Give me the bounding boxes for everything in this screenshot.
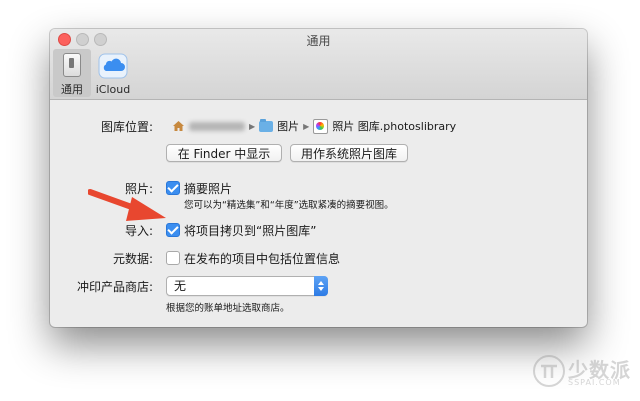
copy-to-library-checkbox[interactable]: [166, 223, 180, 237]
print-store-label: 冲印产品商店:: [76, 280, 153, 294]
arrow-annotation-icon: [88, 189, 166, 221]
title-bar: 通用 通用 iCloud: [50, 29, 587, 100]
copy-to-library-text: 将项目拷贝到“照片图库”: [184, 224, 317, 238]
tab-icloud-label: iCloud: [95, 83, 131, 96]
preferences-window: 通用 通用 iCloud 图库位置: ▶ 图片 ▶ 照片 图库.photosli…: [50, 29, 587, 327]
window-title: 通用: [306, 34, 331, 48]
library-location-label: 图库位置:: [100, 120, 153, 134]
include-location-text: 在发布的项目中包括位置信息: [184, 252, 341, 266]
library-path: ▶ 图片 ▶ 照片 图库.photoslibrary: [172, 118, 456, 134]
redacted-username: [189, 121, 245, 131]
library-icon: [313, 118, 329, 134]
chevron-right-icon: ▶: [303, 121, 310, 131]
summarize-note: 您可以为“精选集”和“年度”选取紧凑的摘要视图。: [184, 200, 394, 211]
path-library-text: 照片 图库.photoslibrary: [332, 120, 457, 133]
include-location-checkbox[interactable]: [166, 251, 180, 265]
home-icon: [173, 121, 184, 131]
print-store-select[interactable]: 无: [166, 276, 328, 296]
tab-general-label: 通用: [61, 83, 83, 96]
summarize-photos-text: 摘要照片: [184, 182, 233, 196]
print-store-note: 根据您的账单地址选取商店。: [166, 303, 290, 314]
tab-general[interactable]: 通用: [53, 49, 91, 97]
path-folder-text: 图片: [277, 120, 300, 133]
watermark: 少数派 SSPAI.COM: [532, 352, 634, 390]
metadata-label: 元数据:: [112, 252, 153, 266]
cloud-icon: [98, 53, 128, 79]
watermark-logo-icon: [533, 355, 565, 387]
summarize-photos-checkbox[interactable]: [166, 181, 180, 195]
watermark-subtext: SSPAI.COM: [568, 378, 621, 387]
use-as-system-library-button[interactable]: 用作系统照片图库: [290, 144, 408, 162]
print-store-value: 无: [174, 279, 187, 293]
switch-icon: [63, 53, 81, 77]
chevron-right-icon: ▶: [249, 121, 256, 131]
updown-arrows-icon: [314, 276, 328, 296]
folder-icon: [259, 118, 274, 132]
show-in-finder-button[interactable]: 在 Finder 中显示: [166, 144, 282, 162]
tab-icloud[interactable]: iCloud: [94, 49, 132, 97]
